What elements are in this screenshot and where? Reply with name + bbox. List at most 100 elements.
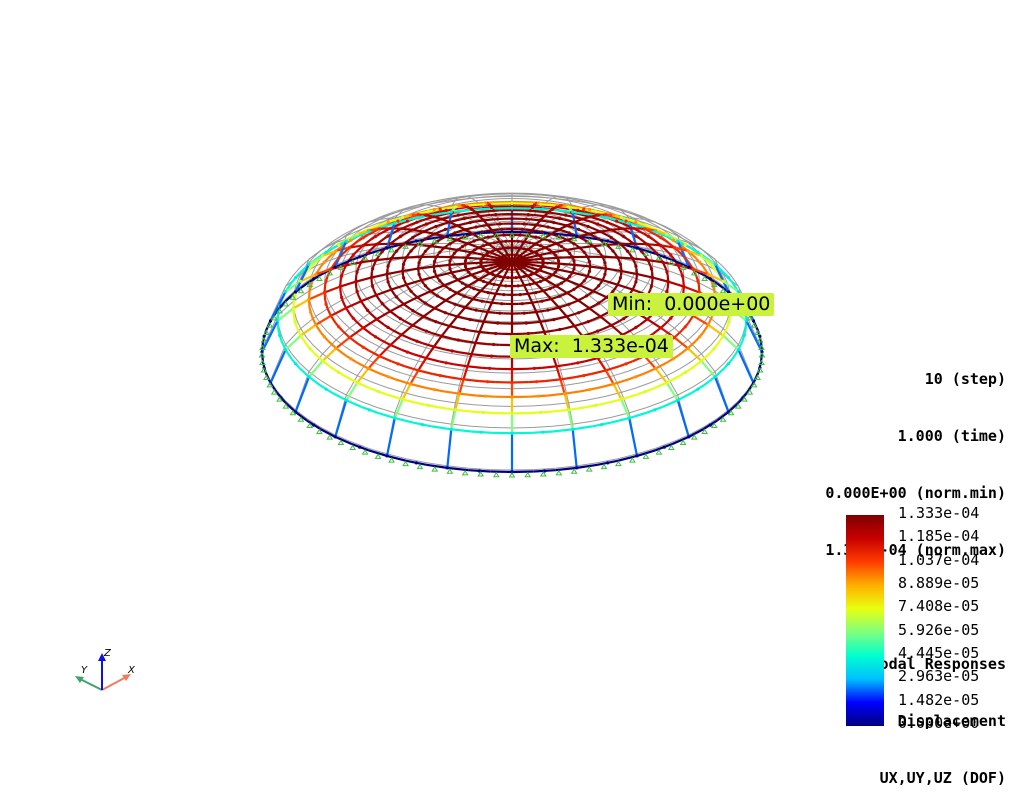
mesh-node bbox=[571, 210, 574, 213]
undeformed-ring-segment bbox=[396, 371, 411, 376]
mesh-node bbox=[464, 265, 467, 268]
undeformed-ring-segment bbox=[443, 383, 460, 386]
mesh-node bbox=[461, 282, 464, 285]
deformed-meridian-segment bbox=[271, 350, 286, 383]
deformed-meridian-segment bbox=[535, 283, 543, 291]
mesh-node bbox=[510, 246, 513, 249]
axes-triad[interactable]: X Y Z bbox=[66, 645, 146, 700]
deformed-ring-segment bbox=[285, 403, 295, 412]
mesh-node bbox=[616, 256, 619, 259]
undeformed-meridian-segment bbox=[442, 314, 450, 325]
mesh-node bbox=[500, 228, 503, 231]
mesh-node bbox=[517, 240, 520, 243]
undeformed-ring-segment bbox=[533, 279, 538, 280]
undeformed-ring-segment bbox=[327, 299, 331, 307]
mesh-node bbox=[515, 246, 518, 249]
undeformed-ring-segment bbox=[420, 397, 438, 401]
undeformed-ring-segment bbox=[419, 248, 420, 252]
mesh-node bbox=[409, 214, 412, 217]
mesh-node bbox=[396, 220, 399, 223]
mesh-node bbox=[526, 248, 529, 251]
mesh-node bbox=[294, 321, 297, 324]
mesh-node bbox=[575, 466, 578, 469]
mesh-node bbox=[571, 256, 574, 259]
undeformed-ring-segment bbox=[526, 216, 533, 217]
undeformed-ring-segment bbox=[343, 291, 346, 298]
mesh-node bbox=[479, 289, 482, 292]
colorbar-tick-label: 2.963e-05 bbox=[898, 668, 979, 684]
mesh-node bbox=[448, 324, 451, 327]
mesh-node bbox=[634, 221, 637, 224]
deformed-ring-segment bbox=[368, 350, 379, 356]
mesh-node bbox=[556, 256, 559, 259]
mesh-node bbox=[488, 272, 491, 275]
undeformed-ring-segment bbox=[479, 372, 495, 373]
mesh-node bbox=[482, 411, 485, 414]
deformed-meridian-segment bbox=[447, 429, 451, 468]
undeformed-ring-segment bbox=[680, 362, 692, 369]
deformed-ring-segment bbox=[678, 348, 688, 355]
mesh-node bbox=[565, 278, 568, 281]
deformed-ring-segment bbox=[691, 361, 701, 369]
deformed-ring-segment bbox=[547, 394, 564, 396]
mesh-node bbox=[523, 312, 526, 315]
undeformed-ring-segment bbox=[519, 216, 526, 217]
deformed-meridian-segment bbox=[589, 308, 600, 316]
mesh-node bbox=[482, 219, 485, 222]
mesh-node bbox=[472, 240, 475, 243]
colorbar-tick-label: 4.445e-05 bbox=[898, 645, 979, 661]
undeformed-ring-segment bbox=[638, 382, 653, 388]
support-marker bbox=[541, 472, 546, 476]
mesh-node bbox=[534, 282, 537, 285]
deformed-ring-segment bbox=[643, 369, 656, 375]
mesh-node bbox=[486, 252, 489, 255]
support-marker bbox=[572, 469, 577, 473]
deformed-meridian-segment bbox=[556, 286, 567, 293]
undeformed-ring-segment bbox=[492, 428, 512, 429]
mesh-node bbox=[371, 267, 374, 270]
mesh-node bbox=[620, 270, 623, 273]
mesh-node bbox=[421, 215, 424, 218]
mesh-node bbox=[540, 300, 543, 303]
mesh-node bbox=[381, 302, 384, 305]
mesh-node bbox=[673, 246, 676, 249]
deformed-meridian-segment bbox=[480, 322, 484, 332]
deformed-ring-segment bbox=[689, 429, 704, 437]
mesh-node bbox=[378, 227, 381, 230]
mesh-node bbox=[475, 225, 478, 228]
deformed-ring-segment bbox=[717, 412, 729, 421]
mesh-node bbox=[650, 267, 653, 270]
support-marker bbox=[463, 471, 468, 475]
deformed-meridian-segment bbox=[528, 262, 544, 263]
mesh-node bbox=[566, 291, 569, 294]
mesh-node bbox=[487, 291, 490, 294]
undeformed-ring-segment bbox=[356, 354, 368, 360]
mesh-node bbox=[548, 240, 551, 243]
deformed-meridian-segment bbox=[376, 259, 391, 261]
deformed-meridian-segment bbox=[684, 287, 700, 293]
mesh-node bbox=[727, 276, 730, 279]
mesh-node bbox=[547, 211, 550, 214]
undeformed-meridian-segment bbox=[472, 198, 476, 201]
mesh-node bbox=[586, 275, 589, 278]
mesh-node bbox=[323, 335, 326, 338]
mesh-node bbox=[446, 235, 449, 238]
undeformed-ring-segment bbox=[615, 272, 618, 276]
mesh-node bbox=[533, 367, 536, 370]
mesh-node bbox=[556, 268, 559, 271]
mesh-node bbox=[284, 348, 287, 351]
mesh-node bbox=[454, 205, 457, 208]
undeformed-ring-segment bbox=[530, 387, 548, 388]
y-axis-label: Y bbox=[81, 665, 88, 676]
deformed-meridian-segment bbox=[618, 285, 633, 290]
deformed-ring-segment bbox=[357, 383, 371, 389]
mesh-node bbox=[587, 320, 590, 323]
mesh-node bbox=[385, 273, 388, 276]
mesh-node bbox=[521, 302, 524, 305]
mesh-node bbox=[487, 282, 490, 285]
mesh-node bbox=[541, 259, 544, 262]
undeformed-ring-segment bbox=[409, 276, 413, 280]
mesh-node bbox=[510, 240, 513, 243]
support-marker bbox=[376, 454, 381, 458]
undeformed-ring-segment bbox=[477, 387, 495, 388]
